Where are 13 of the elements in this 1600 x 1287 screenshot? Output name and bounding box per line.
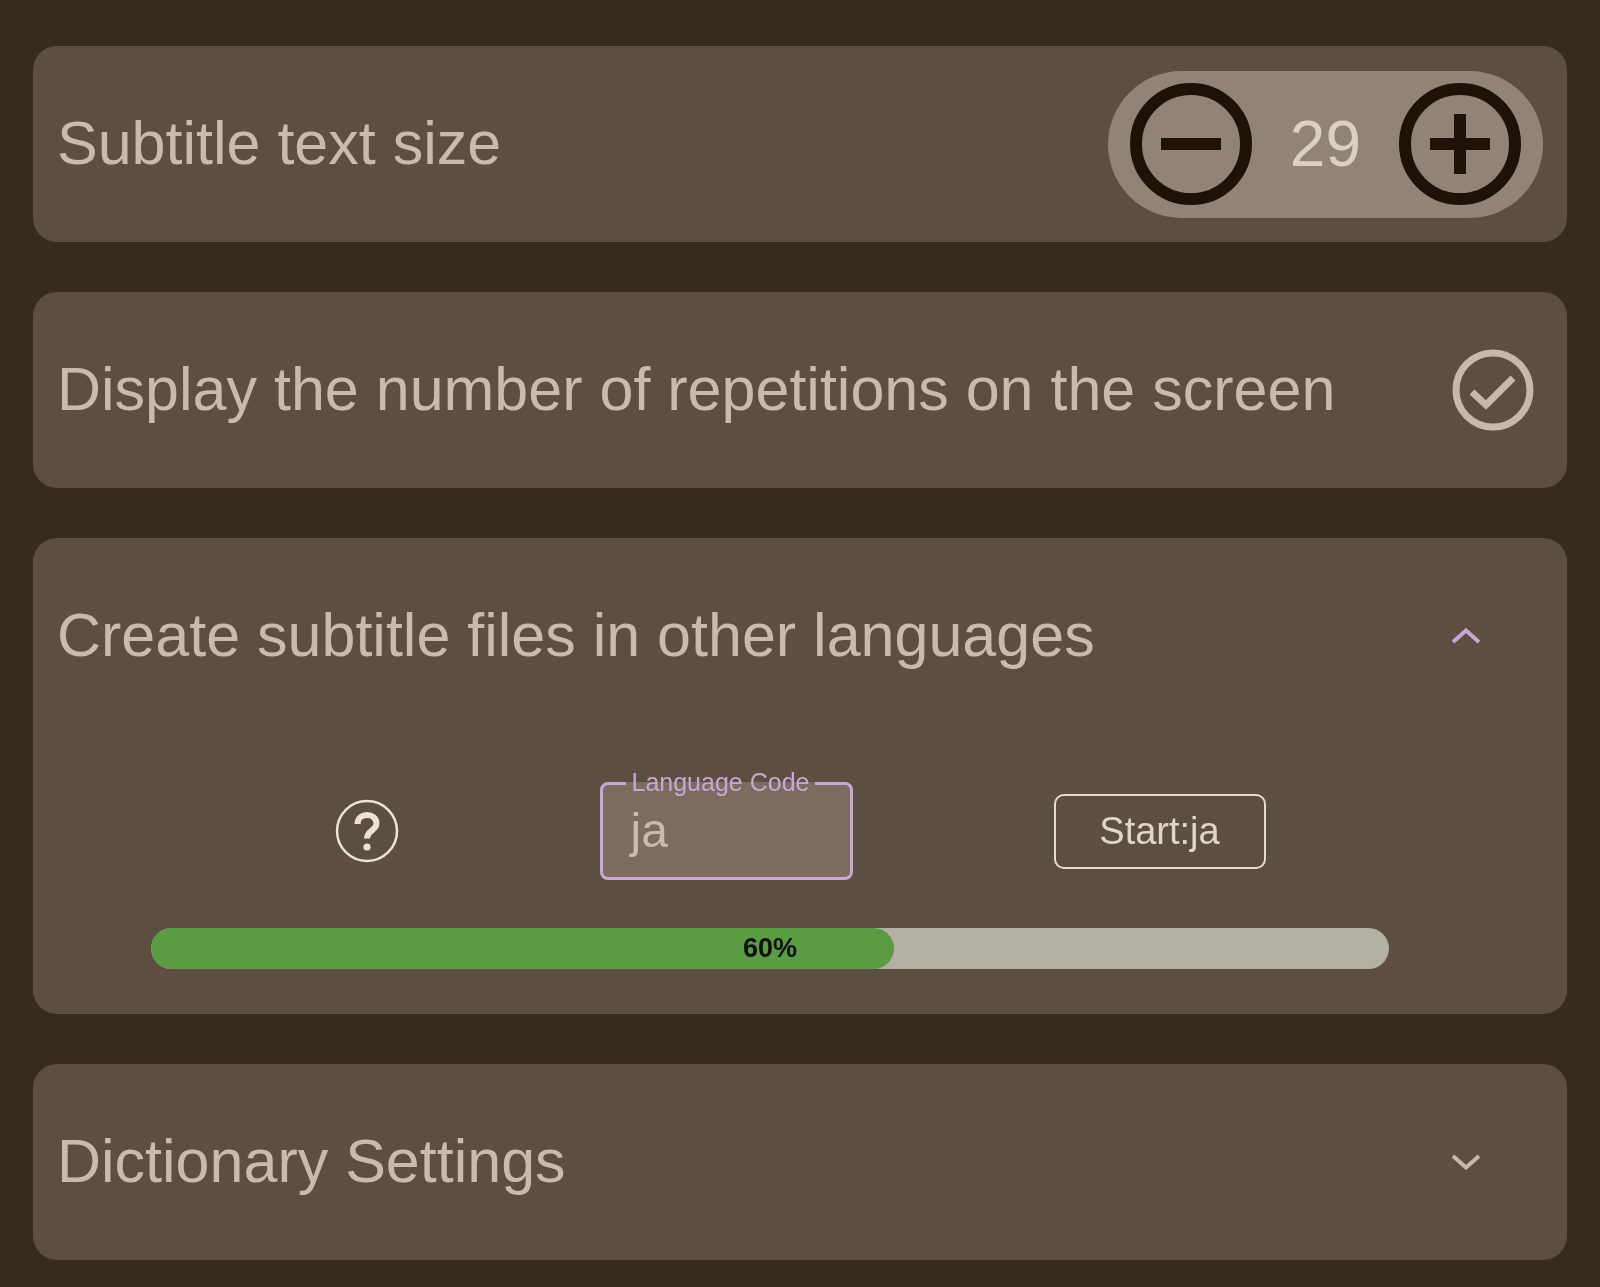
setting-title: Dictionary Settings [57,1126,566,1198]
start-button[interactable]: Start:ja [1053,793,1266,869]
stepper-value: 29 [1289,108,1361,180]
setting-title: Display the number of repetitions on the screen [57,354,1336,426]
setting-title: Create subtitle files in other languages [57,600,1095,672]
setting-title: Subtitle text size [57,108,502,180]
chevron-down-icon[interactable] [1451,1154,1481,1170]
help-icon[interactable] [334,799,399,863]
plus-circle-icon[interactable] [1399,83,1521,205]
progress-label: 60% [743,933,797,964]
minus-circle-icon[interactable] [1129,83,1252,205]
chevron-up-icon[interactable] [1451,628,1481,644]
check-circle-icon[interactable] [1452,349,1534,431]
